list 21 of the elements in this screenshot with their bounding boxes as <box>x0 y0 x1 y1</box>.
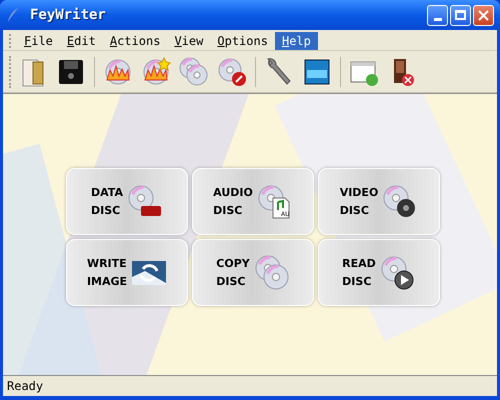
menu-item[interactable]: File <box>17 32 60 50</box>
disc-action-button[interactable]: DATA DISC <box>66 168 188 235</box>
disc-action-button[interactable]: COPY DISC <box>192 239 314 306</box>
window-title: FeyWriter <box>30 6 106 24</box>
close-icon <box>478 10 489 20</box>
disc-action-button[interactable]: WRITE IMAGE <box>66 239 188 306</box>
feather-icon <box>6 7 20 23</box>
menu-item[interactable]: Help <box>274 32 318 50</box>
disc-action-button[interactable]: VIDEO DISC <box>318 168 440 235</box>
two-discs-icon <box>254 254 290 290</box>
disc-action-button[interactable]: READ DISC <box>318 239 440 306</box>
menu-item[interactable]: View <box>167 32 210 50</box>
minimize-button[interactable] <box>427 4 448 26</box>
maximize-button[interactable] <box>450 4 471 26</box>
menu-item[interactable]: Edit <box>60 32 103 50</box>
menu-item[interactable]: Actions <box>102 32 168 50</box>
disc-with-play-button-icon <box>380 254 416 290</box>
menu-item[interactable]: Options <box>210 32 275 50</box>
disc-with-pencil-badge-icon[interactable] <box>216 56 248 88</box>
status-text: Ready <box>7 378 44 395</box>
close-button[interactable] <box>473 4 494 26</box>
